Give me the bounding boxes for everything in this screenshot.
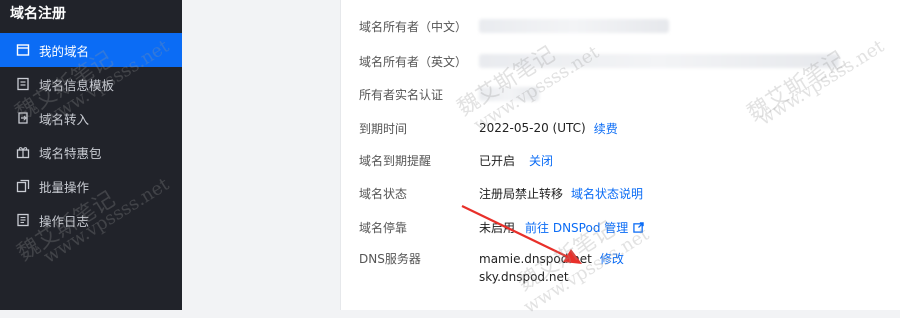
status-label: 域名状态 <box>359 186 408 201</box>
status-explain-link[interactable]: 域名状态说明 <box>571 185 643 202</box>
dns-label: DNS服务器 <box>359 252 421 266</box>
sidebar-item-label: 域名信息模板 <box>39 77 115 93</box>
batch-icon <box>16 179 30 193</box>
sidebar-item-my-domains[interactable]: 我的域名 <box>0 33 182 67</box>
parking-value: 未启用 <box>479 220 516 235</box>
redacted-realname <box>479 87 539 101</box>
row-status: 域名状态 注册局禁止转移 域名状态说明 <box>359 183 900 203</box>
expiry-value: 2022-05-20 (UTC) <box>479 121 586 135</box>
reminder-label: 域名到期提醒 <box>359 153 432 168</box>
dns-server-1: mamie.dnspod.net <box>479 252 592 266</box>
modify-dns-link[interactable]: 修改 <box>600 250 624 268</box>
owner-cn-label: 域名所有者（中文） <box>359 19 468 34</box>
row-dns: DNS服务器 mamie.dnspod.net sky.dnspod.net 修… <box>359 250 900 284</box>
sidebar-item-logs[interactable]: 操作日志 <box>0 203 182 237</box>
disable-reminder-link[interactable]: 关闭 <box>529 152 553 169</box>
realname-label: 所有者实名认证 <box>359 87 444 102</box>
dns-server-2: sky.dnspod.net <box>479 270 569 284</box>
redacted-owner-cn <box>479 19 669 33</box>
transfer-icon <box>18 112 28 124</box>
sidebar-item-batch[interactable]: 批量操作 <box>0 169 182 203</box>
sidebar-item-label: 域名特惠包 <box>39 145 102 161</box>
sidebar-item-label: 批量操作 <box>39 179 90 195</box>
row-owner-en: 域名所有者（英文） <box>359 51 900 71</box>
sidebar-title: 域名注册 <box>10 6 66 22</box>
sidebar-item-transfer-in[interactable]: 域名转入 <box>0 101 182 135</box>
domain-icon <box>16 44 30 56</box>
row-expiry: 到期时间 2022-05-20 (UTC) 续费 <box>359 118 900 138</box>
row-owner-cn: 域名所有者（中文） <box>359 16 900 36</box>
sidebar-item-special-offer[interactable]: 域名特惠包 <box>0 135 182 169</box>
expiry-label: 到期时间 <box>359 121 408 136</box>
external-link-icon[interactable] <box>633 221 644 233</box>
content-gutter <box>182 0 340 310</box>
row-reminder: 域名到期提醒 已开启 关闭 <box>359 150 900 170</box>
log-icon <box>17 213 29 227</box>
sidebar-item-info-template[interactable]: 域名信息模板 <box>0 67 182 101</box>
template-icon <box>17 77 29 91</box>
row-parking: 域名停靠 未启用 前往 DNSPod 管理 <box>359 217 900 237</box>
owner-en-label: 域名所有者（英文） <box>359 54 468 69</box>
sidebar-item-label: 操作日志 <box>39 213 90 229</box>
sidebar-item-label: 我的域名 <box>39 43 90 59</box>
sidebar: 域名注册 我的域名 域名信息模板 域名转入 域名特惠包 批量操作 操作日志 <box>0 0 182 310</box>
reminder-value: 已开启 <box>479 153 516 168</box>
renew-link[interactable]: 续费 <box>594 120 618 137</box>
gift-icon <box>16 147 30 159</box>
sidebar-item-label: 域名转入 <box>39 111 90 127</box>
domain-detail-panel: 域名所有者（中文） 域名所有者（英文） 所有者实名认证 到期时间 2022-05… <box>340 0 900 310</box>
dnspod-manage-link[interactable]: 前往 DNSPod 管理 <box>525 219 628 236</box>
status-value: 注册局禁止转移 <box>479 186 564 201</box>
parking-label: 域名停靠 <box>359 220 408 235</box>
row-realname: 所有者实名认证 <box>359 84 900 104</box>
redacted-owner-en <box>479 54 839 68</box>
